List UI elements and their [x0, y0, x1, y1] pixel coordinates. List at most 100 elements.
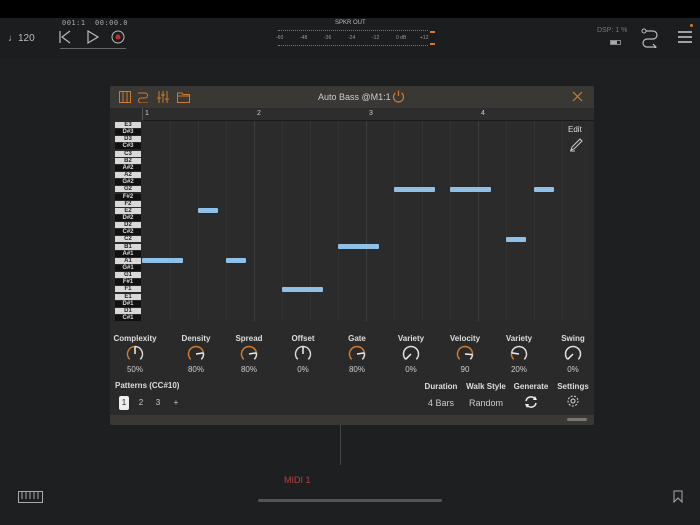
grid-line	[478, 121, 479, 321]
piano-key[interactable]: C#2	[115, 229, 141, 236]
knob-dial-icon[interactable]	[348, 345, 366, 363]
edit-label: Edit	[568, 125, 582, 134]
piano-key[interactable]: G#2	[115, 179, 141, 186]
folder-icon[interactable]	[177, 91, 190, 105]
generate-refresh-icon[interactable]	[524, 395, 538, 414]
piano-key[interactable]: A#2	[115, 164, 141, 171]
knob-dial-icon[interactable]	[402, 345, 420, 363]
routing-icon[interactable]	[137, 91, 149, 105]
piano-key[interactable]: E2	[115, 207, 141, 214]
pattern-2-button[interactable]: 2	[136, 396, 146, 410]
piano-key[interactable]: D#1	[115, 300, 141, 307]
piano-key[interactable]: A2	[115, 172, 141, 179]
piano-keyboard[interactable]: E3 D#3 D3 C#3 C3 B2 A#2 A2 G#2 G2 F#2 F2 E2 D#2 D2 C#2 C…	[115, 121, 141, 321]
add-pattern-button[interactable]: +	[171, 396, 181, 410]
piano-key[interactable]: F#2	[115, 193, 141, 200]
note-B1[interactable]	[338, 244, 379, 250]
knob-variety[interactable]: Variety 20%	[492, 334, 546, 374]
knob-dial-icon[interactable]	[456, 345, 474, 363]
play-icon[interactable]	[86, 29, 100, 48]
piano-key[interactable]: C2	[115, 236, 141, 243]
piano-key[interactable]: F1	[115, 286, 141, 293]
knob-value: 50%	[126, 365, 143, 374]
knob-value: 0%	[567, 365, 579, 374]
piano-key[interactable]: E3	[115, 122, 141, 128]
knob-label: Density	[181, 334, 211, 343]
piano-key[interactable]: G2	[115, 186, 141, 193]
knob-label: Swing	[561, 334, 585, 343]
menu-icon[interactable]	[678, 29, 692, 50]
piano-key[interactable]: E1	[115, 293, 141, 300]
knob-dial-icon[interactable]	[240, 345, 258, 363]
piano-key[interactable]: B2	[115, 157, 141, 164]
status-bar	[0, 0, 700, 18]
knob-complexity[interactable]: Complexity 50%	[110, 334, 162, 374]
piano-key[interactable]: B1	[115, 243, 141, 250]
knob-spread[interactable]: Spread 80%	[222, 334, 276, 374]
knob-dial-icon[interactable]	[126, 345, 144, 363]
note-G2[interactable]	[394, 186, 435, 192]
track-connector	[340, 425, 341, 465]
knob-offset[interactable]: Offset 0%	[276, 334, 330, 374]
resize-handle[interactable]	[567, 418, 587, 421]
note-A1[interactable]	[142, 258, 183, 264]
knob-swing[interactable]: Swing 0%	[546, 334, 594, 374]
piano-key[interactable]: F#1	[115, 279, 141, 286]
note-C2[interactable]	[506, 236, 526, 242]
piano-key[interactable]: G1	[115, 272, 141, 279]
walk-style-select[interactable]: Random	[464, 398, 508, 408]
knob-gate[interactable]: Gate 80%	[330, 334, 384, 374]
knob-variety[interactable]: Variety 0%	[384, 334, 438, 374]
bar-ruler[interactable]: 1 2 3 4	[142, 108, 594, 121]
pencil-icon[interactable]	[569, 138, 583, 157]
piano-key[interactable]: C#1	[115, 315, 141, 321]
knob-value: 0%	[405, 365, 417, 374]
pattern-3-button[interactable]: 3	[153, 396, 163, 410]
knob-value: 0%	[297, 365, 309, 374]
bookmark-icon[interactable]	[673, 490, 683, 508]
routing-icon[interactable]	[641, 28, 659, 53]
pattern-1-button[interactable]: 1	[119, 396, 129, 410]
note-G2[interactable]	[534, 186, 554, 192]
knob-density[interactable]: Density 80%	[169, 334, 223, 374]
rewind-icon[interactable]	[58, 29, 72, 48]
duration-select[interactable]: 4 Bars	[424, 398, 458, 408]
track-label[interactable]: MIDI 1	[284, 475, 311, 485]
knob-value: 80%	[240, 365, 257, 374]
note-A1[interactable]	[226, 258, 246, 264]
piano-key[interactable]: D#3	[115, 129, 141, 136]
home-indicator[interactable]	[258, 499, 442, 502]
record-icon[interactable]	[111, 30, 125, 49]
piano-key[interactable]: A1	[115, 257, 141, 264]
settings-gear-icon[interactable]	[566, 394, 580, 413]
piano-key[interactable]: D3	[115, 136, 141, 143]
keyboard-icon[interactable]	[119, 91, 131, 105]
knob-dial-icon[interactable]	[564, 345, 582, 363]
knob-dial-icon[interactable]	[294, 345, 312, 363]
note-G2[interactable]	[450, 186, 491, 192]
piano-roll-grid[interactable]	[142, 121, 590, 321]
grid-line	[198, 121, 199, 321]
piano-key[interactable]: D2	[115, 222, 141, 229]
piano-key[interactable]: D1	[115, 307, 141, 314]
knob-velocity[interactable]: Velocity 90	[438, 334, 492, 374]
power-icon[interactable]	[392, 90, 405, 105]
close-icon[interactable]	[572, 91, 583, 104]
piano-key[interactable]: C3	[115, 150, 141, 157]
tempo-display[interactable]: ♩120	[8, 33, 35, 44]
piano-key[interactable]: A#1	[115, 250, 141, 257]
mixer-icon[interactable]	[157, 91, 169, 105]
knob-dial-icon[interactable]	[187, 345, 205, 363]
battery-icon	[610, 40, 621, 45]
piano-key[interactable]: F2	[115, 200, 141, 207]
grid-line	[170, 121, 171, 321]
piano-key[interactable]: C#3	[115, 143, 141, 150]
note-F1[interactable]	[282, 286, 323, 292]
note-E2[interactable]	[198, 208, 218, 214]
patterns-label: Patterns (CC#10)	[115, 381, 180, 390]
piano-key[interactable]: D#2	[115, 214, 141, 221]
keyboard-toggle-icon[interactable]	[18, 490, 43, 508]
piano-key[interactable]: G#1	[115, 265, 141, 271]
meter-scale-label: -60	[276, 35, 284, 41]
knob-dial-icon[interactable]	[510, 345, 528, 363]
